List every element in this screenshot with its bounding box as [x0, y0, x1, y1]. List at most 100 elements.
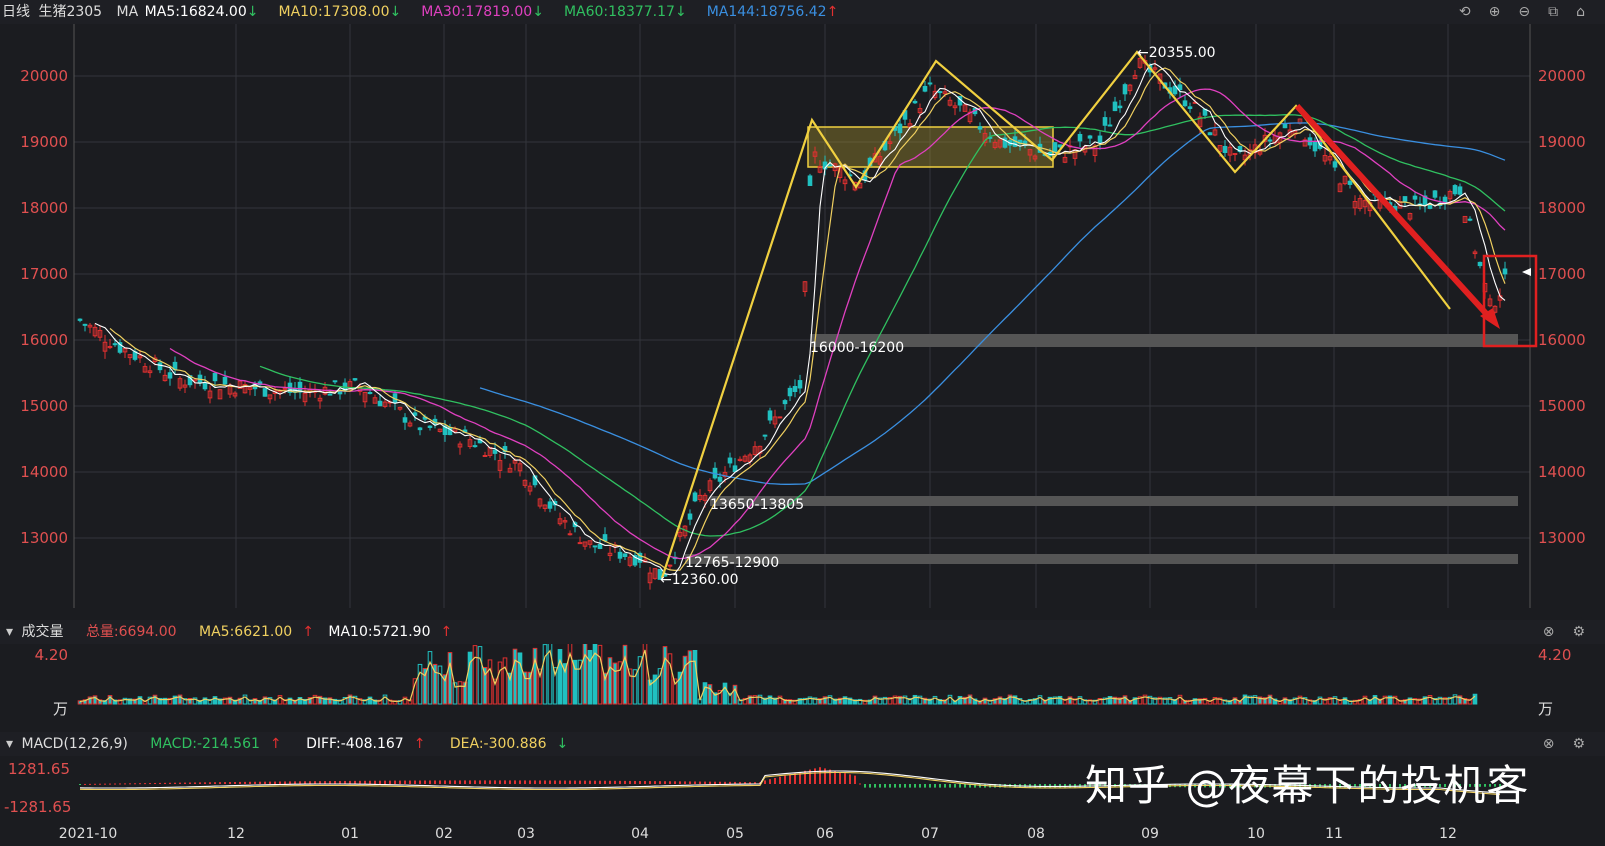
layout-icon[interactable]: ⧉ [1548, 0, 1558, 24]
candle-body [732, 465, 738, 473]
macd-bar [239, 781, 241, 784]
macd-bar [539, 780, 541, 784]
macd-bar [644, 781, 646, 784]
macd-bar [189, 782, 191, 784]
macd-bar [664, 781, 666, 784]
candle-body [767, 410, 773, 421]
macd-bar [379, 780, 381, 784]
zoom-in-icon[interactable]: ⊕ [1489, 0, 1501, 24]
macd-bar [1064, 784, 1066, 788]
close-icon[interactable]: ⊗ [1543, 732, 1555, 756]
macd-bar [99, 783, 101, 785]
macd-bar [899, 784, 901, 788]
candle-body [692, 492, 698, 502]
macd-bar [274, 781, 276, 784]
candle-body [1457, 186, 1463, 195]
candle-body [327, 393, 333, 396]
candle-body [777, 416, 783, 419]
candle-body [1097, 135, 1103, 143]
macd-bar [259, 781, 261, 784]
macd-bar [429, 780, 431, 784]
candle-body [157, 362, 163, 371]
macd-bar [524, 780, 526, 784]
macd-bar [814, 768, 816, 784]
ma-value: MA144:18756.42↑ [706, 4, 839, 20]
candle-body [417, 427, 423, 431]
candle-body [782, 400, 788, 405]
candle-body [1222, 145, 1228, 153]
macd-bar [284, 781, 286, 784]
macd-bar [864, 784, 866, 788]
macd-bar [474, 780, 476, 784]
zoom-out-icon[interactable]: ⊖ [1518, 0, 1530, 24]
candle-body [212, 372, 218, 382]
candle-body [1332, 161, 1338, 168]
macd-bar [234, 781, 236, 784]
macd-bar [179, 782, 181, 784]
volume-bar [702, 682, 708, 705]
gear-icon[interactable]: ⚙ [1572, 732, 1585, 756]
macd-bar [389, 780, 391, 784]
macd-bar [839, 772, 841, 784]
zone2-annotation: 13650-13805 [710, 497, 804, 513]
macd-bar [599, 780, 601, 784]
volume-title: 成交量 [21, 624, 64, 640]
macd-bar [519, 780, 521, 784]
price-chart[interactable]: ←20355.00 ←12360.00 16000-16200 13650-13… [0, 24, 1605, 608]
macd-bar [804, 770, 806, 784]
chart-toolbar: ⟲ ⊕ ⊖ ⧉ ⌂ [1459, 0, 1595, 24]
macd-bar [764, 780, 766, 784]
macd-bar [704, 781, 706, 784]
ma-label: MA [116, 4, 139, 20]
macd-bar [499, 780, 501, 784]
macd-bar [439, 780, 441, 784]
candle-body [1102, 117, 1108, 126]
support-zone-2 [710, 496, 1518, 506]
volume-bar [722, 682, 728, 705]
macd-bar [449, 780, 451, 784]
time-tick: 12 [227, 826, 245, 842]
volume-chart[interactable] [0, 644, 1605, 720]
macd-bar [454, 780, 456, 784]
candle-body [1267, 139, 1273, 142]
macd-bar [639, 780, 641, 784]
macd-bar [844, 773, 846, 784]
time-tick: 10 [1247, 826, 1265, 842]
macd-bar [874, 784, 876, 788]
down-arrow-icon: ↓ [532, 4, 544, 20]
close-icon[interactable]: ⊗ [1543, 620, 1555, 644]
macd-bar [589, 780, 591, 784]
macd-bar [679, 781, 681, 784]
macd-bar [859, 783, 861, 785]
macd-bar [84, 783, 86, 785]
macd-bar [249, 781, 251, 784]
candle-body [787, 387, 793, 397]
macd-bar [729, 781, 731, 784]
macd-bar [654, 781, 656, 784]
macd-bar [509, 780, 511, 784]
collapse-icon[interactable]: ▾ [6, 624, 13, 640]
home-icon[interactable]: ⌂ [1576, 0, 1585, 24]
macd-bar [854, 775, 856, 784]
volume-bar [597, 644, 603, 705]
gear-icon[interactable]: ⚙ [1572, 620, 1585, 644]
time-tick: 05 [726, 826, 744, 842]
macd-bar [569, 780, 571, 784]
macd-bar [424, 780, 426, 784]
macd-bar [769, 779, 771, 784]
volume-bar [1472, 693, 1478, 705]
volume-bar [692, 650, 698, 705]
macd-bar [634, 780, 636, 784]
macd-bar [119, 783, 121, 785]
undo-icon[interactable]: ⟲ [1459, 0, 1471, 24]
macd-bar [529, 780, 531, 784]
candle-body [727, 457, 733, 464]
macd-bar [939, 784, 941, 788]
candle-body [167, 372, 173, 379]
candle-body [1052, 142, 1058, 152]
macd-bar [114, 783, 116, 785]
candle-body [82, 323, 88, 326]
macd-bar [774, 778, 776, 784]
collapse-icon[interactable]: ▾ [6, 736, 13, 752]
volume-bar [687, 650, 693, 705]
